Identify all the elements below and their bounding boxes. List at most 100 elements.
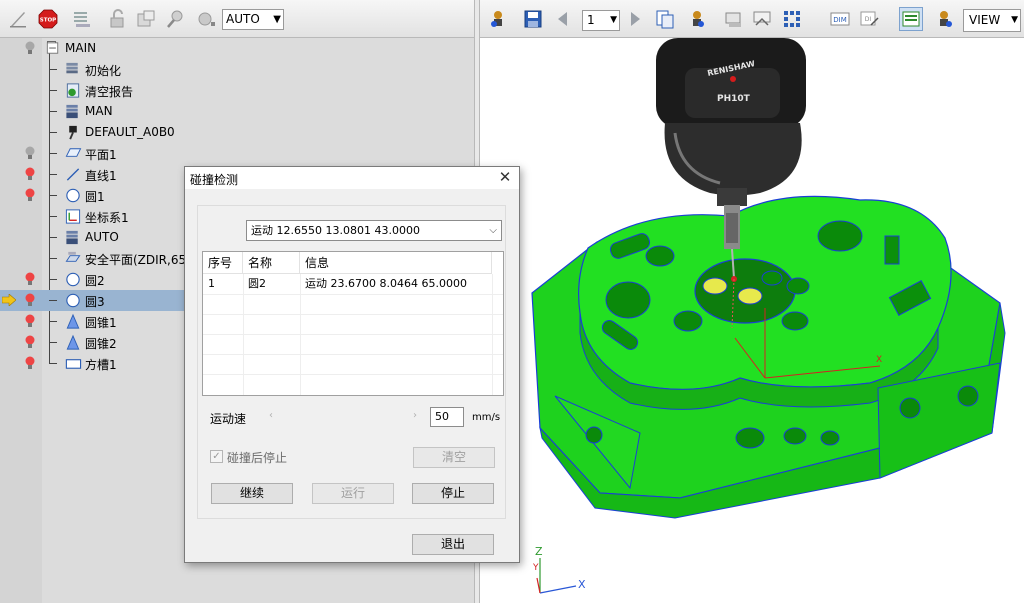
tree-branch — [49, 279, 57, 280]
row-divider — [203, 314, 503, 315]
current-step-arrow-icon — [2, 294, 16, 306]
stop-after-collision-checkbox[interactable]: ✓ — [210, 450, 223, 463]
prev-page-icon[interactable] — [553, 9, 573, 29]
svg-text:DIM: DIM — [833, 16, 847, 24]
tree-item[interactable]: 清空报告 — [0, 80, 474, 101]
dimension-edit-icon[interactable]: DI — [860, 9, 880, 29]
stop-icon[interactable]: STOP — [38, 9, 58, 29]
bulb-off-icon[interactable] — [24, 146, 36, 161]
tree-item[interactable]: 平面1 — [0, 143, 474, 164]
column-header-name[interactable]: 名称 — [243, 252, 300, 274]
clear-button[interactable]: 清空 — [413, 447, 495, 468]
measure-icon[interactable] — [752, 9, 772, 29]
axis-z-label: Z — [535, 545, 543, 558]
next-page-icon[interactable] — [625, 9, 645, 29]
probe-box-icon[interactable] — [136, 9, 156, 29]
tree-branch — [49, 216, 57, 217]
tree-item-label: 圆锥2 — [85, 337, 117, 351]
speed-input[interactable]: 50 — [430, 407, 464, 427]
bulb-on-icon[interactable] — [24, 356, 36, 371]
bulb-on-icon[interactable] — [24, 335, 36, 350]
svg-text:X: X — [876, 355, 882, 365]
tree-item-label: 圆3 — [85, 295, 105, 309]
continue-button[interactable]: 继续 — [211, 483, 293, 504]
mode-select-value: AUTO — [226, 12, 260, 26]
bulb-on-icon[interactable] — [24, 293, 36, 308]
tree-item-label: 圆1 — [85, 190, 105, 204]
mode-icon — [66, 104, 78, 119]
motion-select-value: 运动 12.6550 13.0801 43.0000 — [251, 224, 420, 237]
cone-icon — [66, 313, 80, 329]
view-select[interactable]: VIEW ▼ — [963, 9, 1021, 32]
stop-button[interactable]: 停止 — [412, 483, 494, 504]
list-icon[interactable] — [72, 9, 92, 29]
tip-icon[interactable] — [165, 9, 185, 29]
dimension-icon[interactable]: DIM — [830, 9, 850, 29]
probe-mode-icon[interactable] — [934, 9, 954, 29]
row-divider — [203, 354, 503, 355]
tree-item[interactable]: MAIN — [0, 38, 474, 59]
page-select[interactable]: 1 ▼ — [582, 10, 620, 31]
page-copy-icon[interactable] — [655, 9, 675, 29]
svg-text:DI: DI — [865, 16, 872, 23]
grid-icon[interactable] — [782, 9, 802, 29]
unlock-icon[interactable] — [107, 9, 127, 29]
tree-item[interactable]: 初始化 — [0, 59, 474, 80]
collision-detection-dialog: 碰撞检测 ✕ 运动 12.6550 13.0801 43.0000 ⌵ 序号 名… — [184, 166, 520, 563]
sphere-icon[interactable] — [196, 9, 216, 29]
mode-icon — [66, 230, 78, 245]
circle-icon — [66, 188, 80, 203]
view-probe-icon[interactable] — [488, 9, 508, 29]
tree-branch — [49, 342, 57, 343]
cell-index: 1 — [208, 277, 215, 290]
tree-item-label: 方槽1 — [85, 358, 117, 372]
speed-unit: mm/s — [472, 412, 501, 423]
slider-right-arrow-icon[interactable]: › — [413, 410, 417, 421]
bulb-on-icon[interactable] — [24, 272, 36, 287]
cone-icon — [66, 334, 80, 350]
bulb-on-icon[interactable] — [24, 188, 36, 203]
save-icon[interactable] — [523, 9, 543, 29]
tree-item-label: 坐标系1 — [85, 211, 129, 225]
clearance-plane-icon — [65, 251, 81, 262]
chevron-down-icon: ⌵ — [489, 225, 497, 236]
init-icon — [66, 62, 78, 74]
exit-button[interactable]: 退出 — [412, 534, 494, 555]
bulb-on-icon[interactable] — [24, 167, 36, 182]
tree-branch — [49, 300, 57, 301]
collision-list[interactable]: 序号 名称 信息 1 圆2 运动 23.6700 8.0464 65.0000 — [202, 251, 504, 396]
tree-branch — [49, 237, 57, 238]
markup-icon[interactable] — [8, 9, 28, 29]
report-icon[interactable] — [724, 9, 744, 29]
slider-left-arrow-icon[interactable]: ‹ — [269, 410, 273, 421]
cell-name: 圆2 — [248, 277, 266, 290]
row-divider — [203, 294, 503, 295]
run-button[interactable]: 运行 — [312, 483, 394, 504]
axis-x-label: X — [578, 578, 586, 591]
motion-select[interactable]: 运动 12.6550 13.0801 43.0000 ⌵ — [246, 220, 502, 241]
bulb-off-icon[interactable] — [24, 41, 36, 56]
column-header-index[interactable]: 序号 — [203, 252, 243, 274]
circle-icon — [66, 272, 80, 287]
chevron-down-icon: ▼ — [1011, 15, 1018, 25]
tree-item-label: 清空报告 — [85, 85, 134, 99]
dialog-titlebar[interactable]: 碰撞检测 ✕ — [185, 167, 519, 189]
tree-item-label: AUTO — [85, 230, 119, 244]
clear-report-icon — [66, 83, 80, 98]
column-header-info[interactable]: 信息 — [300, 252, 492, 274]
bulb-on-icon[interactable] — [24, 314, 36, 329]
tree-item[interactable]: MAN — [0, 101, 474, 122]
line-icon — [66, 168, 80, 181]
page-select-value: 1 — [587, 13, 595, 27]
axis-triad: Z X Y — [532, 545, 586, 594]
dialog-title: 碰撞检测 — [190, 173, 239, 187]
status-window-icon[interactable] — [899, 7, 923, 31]
mode-select[interactable]: AUTO ▼ — [222, 9, 284, 30]
tree-branch — [49, 153, 57, 154]
speed-slider[interactable]: ‹ › — [269, 410, 417, 424]
probe-settings-icon[interactable] — [687, 9, 707, 29]
tree-branch — [49, 90, 57, 91]
graphics-view[interactable]: X RENISHAW PH10T Z X Y — [480, 38, 1024, 603]
close-icon[interactable]: ✕ — [497, 169, 513, 185]
tree-item[interactable]: DEFAULT_A0B0 — [0, 122, 474, 143]
